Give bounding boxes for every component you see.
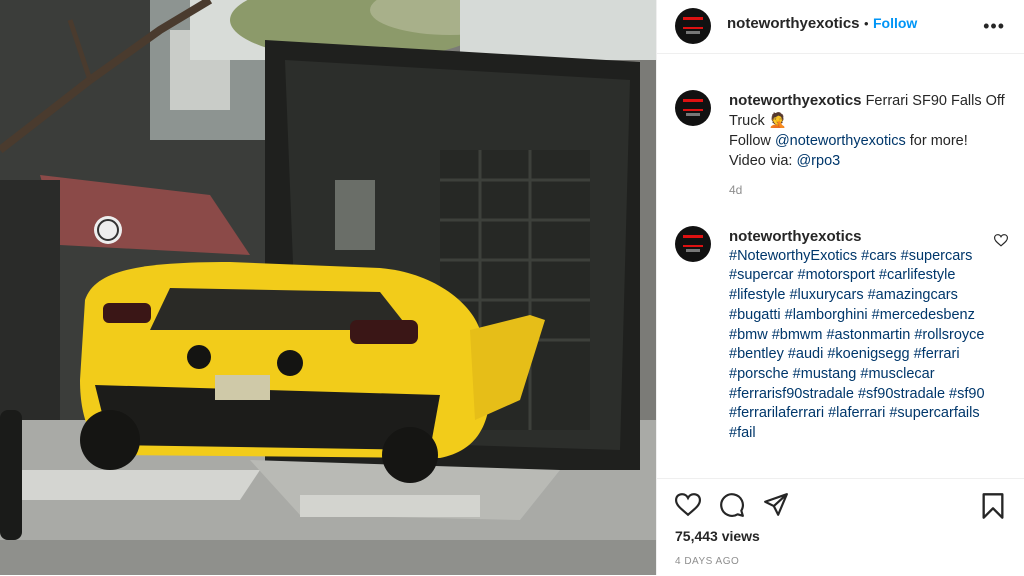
caption-via-link[interactable]: @rpo3: [796, 153, 840, 169]
caption-username[interactable]: noteworthyexotics: [729, 92, 862, 109]
comment-like-heart-icon[interactable]: [994, 234, 1008, 247]
post-caption: noteworthyexotics Ferrari SF90 Falls Off…: [729, 91, 1009, 171]
more-options-icon[interactable]: •••: [983, 16, 1005, 37]
view-count[interactable]: 75,443 views: [675, 528, 760, 544]
follow-button[interactable]: Follow: [873, 15, 917, 31]
post-actions-bar: 75,443 views 4 DAYS AGO: [657, 478, 1024, 576]
post-video[interactable]: [0, 0, 656, 575]
more-options-label: •••: [983, 16, 1005, 36]
bookmark-icon[interactable]: [981, 492, 1005, 520]
header-separator: •: [863, 16, 869, 31]
caption-avatar[interactable]: [675, 90, 711, 126]
caption-age[interactable]: 4d: [729, 183, 742, 197]
comment-avatar[interactable]: [675, 226, 711, 262]
hashtag-comment: noteworthyexotics #NoteworthyExotics #ca…: [729, 227, 999, 472]
author-username[interactable]: noteworthyexotics: [727, 15, 860, 32]
hashtag-list[interactable]: #NoteworthyExotics #cars #supercars #sup…: [729, 247, 999, 444]
post-header: noteworthyexotics • Follow •••: [657, 0, 1024, 54]
post-date[interactable]: 4 DAYS AGO: [675, 556, 739, 567]
facepalm-emoji: 🤦: [768, 113, 787, 129]
caption-via-prefix: Video via:: [729, 153, 797, 169]
heart-icon[interactable]: [675, 493, 701, 517]
video-frame-illustration: [0, 0, 656, 575]
comment-username[interactable]: noteworthyexotics: [729, 227, 999, 247]
caption-follow-prefix: Follow: [729, 133, 775, 149]
caption-follow-suffix: for more!: [905, 133, 968, 149]
comment-icon[interactable]: [719, 492, 745, 518]
post-side-panel: noteworthyexotics • Follow ••• noteworth…: [656, 0, 1024, 575]
caption-mention-link[interactable]: @noteworthyexotics: [775, 133, 906, 149]
author-avatar[interactable]: [675, 8, 711, 44]
share-icon[interactable]: [763, 492, 789, 518]
